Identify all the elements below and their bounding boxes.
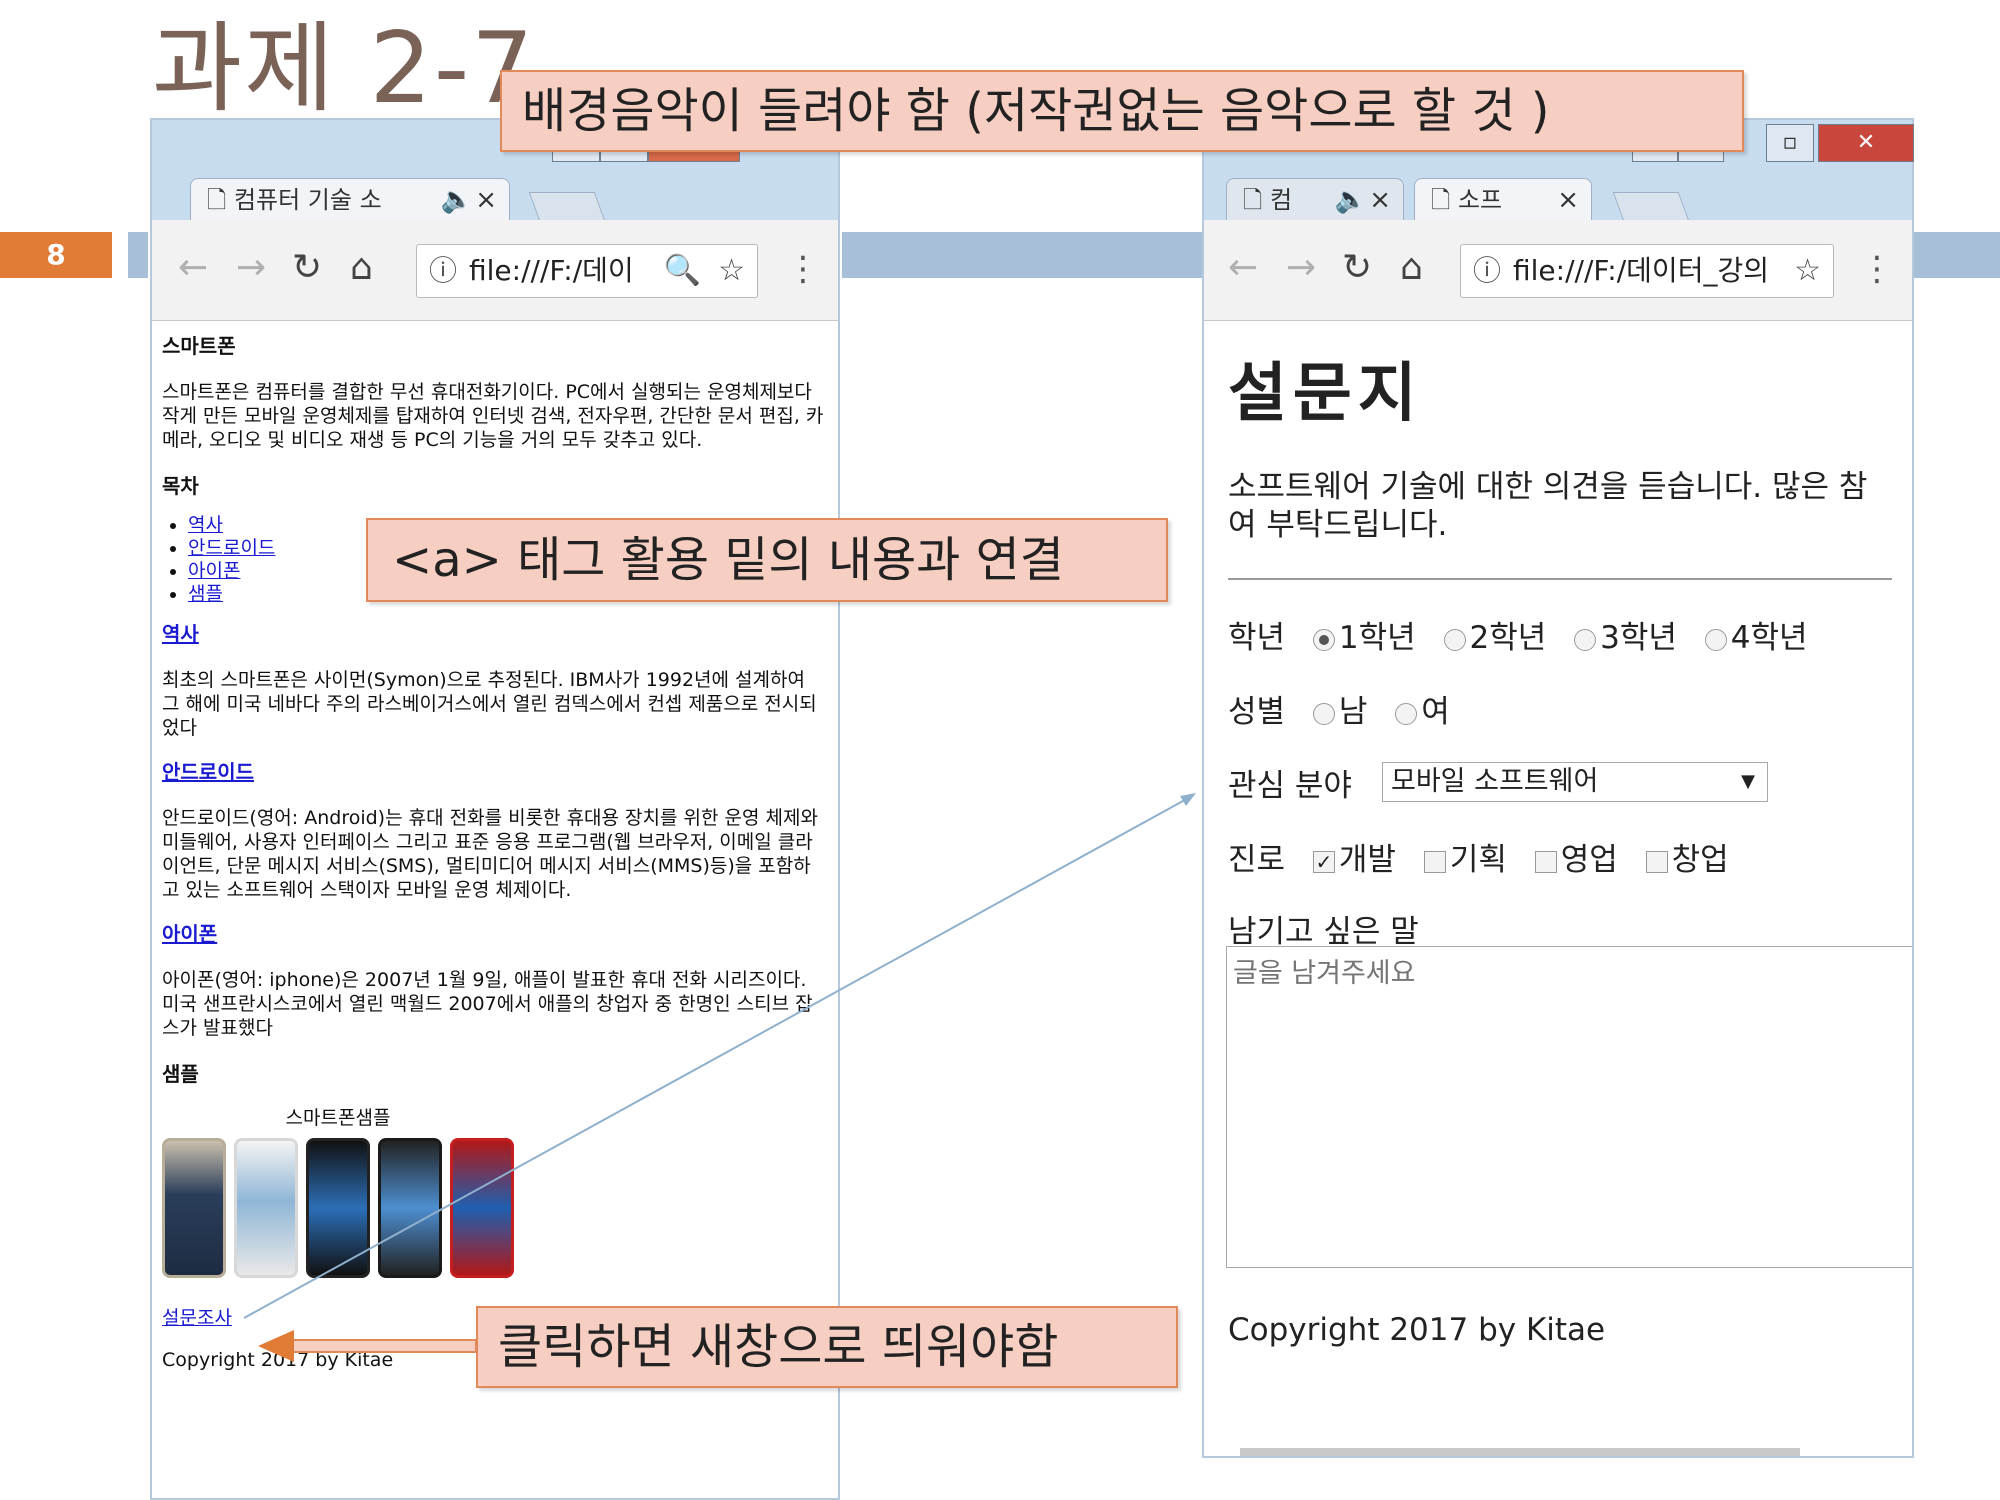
left-arrow-head: [258, 1330, 294, 1362]
callout-bgm: 배경음악이 들려야 함 (저작권없는 음악으로 할 것 ): [500, 70, 1744, 152]
callout-a-tag: <a> 태그 활용 밑의 내용과 연결: [366, 518, 1168, 602]
left-arrow-shaft: [291, 1339, 477, 1353]
callout-new-window: 클릭하면 새창으로 띄워야함: [476, 1306, 1178, 1388]
connector-line: [243, 795, 1193, 1319]
connector-arrowhead: [1180, 793, 1196, 806]
annotation-arrows: [243, 793, 1196, 1362]
